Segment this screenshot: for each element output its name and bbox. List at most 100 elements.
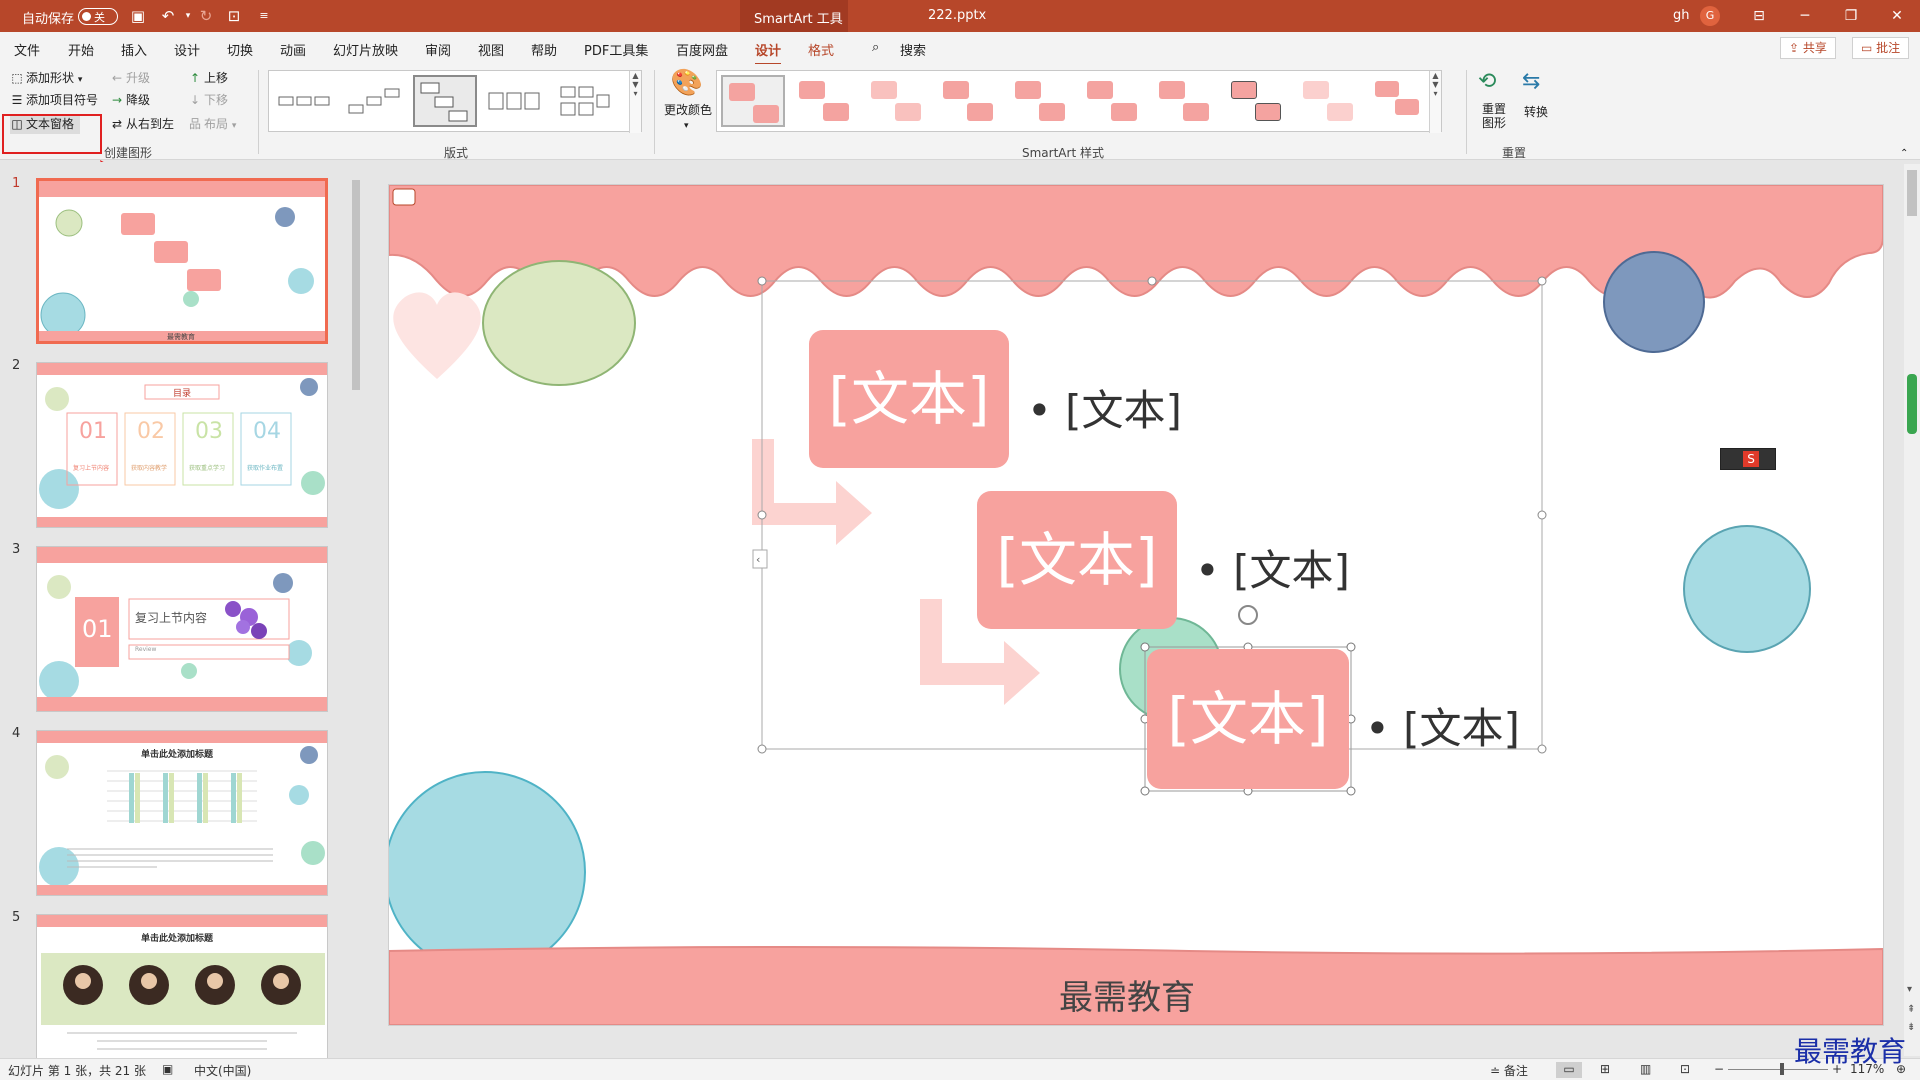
restore-icon[interactable]: ❐ <box>1836 6 1866 26</box>
style-option[interactable] <box>1297 75 1361 127</box>
tab-smartart-format[interactable]: 格式 <box>808 40 834 59</box>
tab-help[interactable]: 帮助 <box>531 40 557 59</box>
style-option[interactable] <box>1225 75 1289 127</box>
close-icon[interactable]: ✕ <box>1882 6 1912 26</box>
layouts-group-label: 版式 <box>444 146 469 160</box>
layout-option[interactable] <box>343 75 407 127</box>
style-option[interactable] <box>793 75 857 127</box>
smartart-bullet-3[interactable]: • [文本] <box>1365 695 1520 756</box>
layout-gallery-scroll[interactable]: ▲ ▼ ▾ <box>629 71 641 133</box>
style-option[interactable] <box>1369 75 1425 127</box>
convert-button[interactable]: 转换 <box>1524 102 1548 122</box>
thumb-sub: Review <box>135 646 157 653</box>
thumbnail-scrollbar[interactable] <box>350 164 362 1056</box>
slide-sorter-icon[interactable]: ⊞ <box>1600 1062 1610 1076</box>
layout-option-selected[interactable] <box>413 75 477 127</box>
next-slide-icon[interactable]: ⇟ <box>1907 1022 1915 1033</box>
zoom-out-icon[interactable]: − <box>1714 1062 1724 1076</box>
minimize-icon[interactable]: ─ <box>1790 6 1820 26</box>
layout-option[interactable] <box>273 75 337 127</box>
slide-thumbnail-3[interactable]: 01 复习上节内容 Review <box>36 546 328 712</box>
thumb-cap: 获取作业布置 <box>247 465 284 472</box>
ribbon: ⬚ 添加形状 ▾ ☰ 添加项目符号 ◫ 文本窗格 ← 升级 → 降级 ⇄ 从右到左 ↑ 上移 … <box>0 64 1920 160</box>
thumb-num: 04 <box>253 419 281 444</box>
avatar[interactable]: G <box>1700 6 1720 26</box>
thumb-num: 01 <box>82 615 113 643</box>
watermark-logo: 最需教育 <box>1794 1035 1907 1068</box>
search-icon[interactable]: ⌕ <box>872 40 879 55</box>
ime-toolbar[interactable]: S <box>1720 448 1776 470</box>
scroll-down-icon[interactable]: ▾ <box>1907 984 1912 995</box>
tab-view[interactable]: 视图 <box>478 40 504 59</box>
slide-number: 5 <box>12 910 21 925</box>
slide-info: 幻灯片 第 1 张，共 21 张 <box>8 1064 146 1078</box>
thumb-num: 03 <box>195 419 223 444</box>
style-gallery-scroll[interactable]: ▲ ▼ ▾ <box>1429 71 1441 133</box>
slide-thumbnail-4[interactable]: 单击此处添加标题 <box>36 730 328 896</box>
zoom-slider-thumb[interactable] <box>1780 1063 1784 1075</box>
thumb-num: 02 <box>137 419 165 444</box>
slide-number: 2 <box>12 358 21 373</box>
group-separator <box>654 70 655 154</box>
share-label: 共享 <box>1802 41 1827 55</box>
collapse-ribbon-icon[interactable]: ⌃ <box>1900 144 1908 164</box>
slide-thumbnail-1[interactable]: 最需教育 <box>36 178 328 344</box>
comments-label: 批注 <box>1876 41 1901 55</box>
notes-label: 备注 <box>1503 1064 1528 1078</box>
tab-review[interactable]: 审阅 <box>425 40 451 59</box>
reset-graphic-button[interactable]: 重置图形 <box>1482 102 1512 132</box>
tab-baidu-netdisk[interactable]: 百度网盘 <box>676 40 728 59</box>
tab-animations[interactable]: 动画 <box>280 40 306 59</box>
smartart-shape-2[interactable]: [文本] <box>977 491 1177 629</box>
slide-footer-title[interactable]: 最需教育 <box>1059 970 1195 1019</box>
convert-icon[interactable]: ⇆ <box>1522 68 1540 96</box>
style-option[interactable] <box>1009 75 1073 127</box>
tab-smartart-design[interactable]: 设计 <box>755 40 782 66</box>
contextual-tab-header: SmartArt 工具 <box>740 0 848 32</box>
contextual-tab-label: SmartArt 工具 <box>754 12 843 27</box>
smartart-bullet-2[interactable]: • [文本] <box>1195 537 1350 598</box>
thumb-caption: 最需教育 <box>167 333 195 341</box>
language-status[interactable]: 中文(中国) <box>194 1062 251 1079</box>
slideshow-icon[interactable]: ⊡ <box>1680 1062 1690 1076</box>
title-bar: 自动保存 关 ▣ ↶ ▾ ↻ ⊡ ≡ SmartArt 工具 222.pptx … <box>0 0 1920 32</box>
change-colors-dropdown-icon[interactable]: ▾ <box>684 116 689 136</box>
style-option[interactable] <box>865 75 929 127</box>
style-option[interactable] <box>1153 75 1217 127</box>
notes-button[interactable]: ≐ 备注 <box>1490 1062 1528 1079</box>
ribbon-display-icon[interactable]: ⊟ <box>1744 6 1774 26</box>
tab-pdf-tools[interactable]: PDF工具集 <box>584 40 648 59</box>
normal-view-icon[interactable]: ▭ <box>1556 1062 1582 1078</box>
smartart-styles-group-label: SmartArt 样式 <box>1022 146 1104 160</box>
slide-canvas: ‹ [文本] • [文本] [文本] • [文本] [文本] • [文本] 最需… <box>389 185 1883 1025</box>
prev-slide-icon[interactable]: ⇞ <box>1907 1004 1915 1015</box>
comments-button[interactable]: ▭ 批注 <box>1852 37 1910 59</box>
thumb-title: 目录 <box>173 389 192 399</box>
slide-thumbnail-2[interactable]: 目录 01 02 03 04 复习上节内容 获取内容教学 获取重点学习 获取作业… <box>36 362 328 528</box>
layout-option[interactable] <box>553 75 617 127</box>
spellcheck-icon[interactable]: ▣ <box>162 1062 173 1076</box>
slide-scrollbar[interactable]: ▾ ⇞ ⇟ <box>1904 164 1920 1056</box>
smartart-shape-1[interactable]: [文本] <box>809 330 1009 468</box>
style-option[interactable] <box>937 75 1001 127</box>
ime-status-indicator <box>1907 374 1917 434</box>
thumb-cap: 复习上节内容 <box>73 465 110 472</box>
style-option-selected[interactable] <box>721 75 785 127</box>
slide-thumbnail-pane: 1 最需教育 2 目录 01 02 03 04 复习上节内容 获取内容教学 获取… <box>0 162 350 1058</box>
search-box[interactable]: 搜索 <box>900 40 926 59</box>
reading-view-icon[interactable]: ▥ <box>1640 1062 1651 1076</box>
layout-option[interactable] <box>483 75 547 127</box>
slide-thumbnail-5[interactable]: 单击此处添加标题 <box>36 914 328 1058</box>
thumb-num: 01 <box>79 419 107 444</box>
palette-icon[interactable]: 🎨 <box>664 68 710 98</box>
status-bar: 幻灯片 第 1 张，共 21 张 ▣ 中文(中国) ≐ 备注 ▭ ⊞ ▥ ⊡ −… <box>0 1058 1920 1080</box>
user-name: gh <box>1673 8 1690 23</box>
share-button[interactable]: ⇪ 共享 <box>1780 37 1836 59</box>
document-title: 222.pptx <box>928 8 987 23</box>
style-option[interactable] <box>1081 75 1145 127</box>
tab-slideshow[interactable]: 幻灯片放映 <box>333 40 398 59</box>
ime-icon: S <box>1743 451 1759 467</box>
reset-graphic-icon[interactable]: ⟲ <box>1478 68 1496 96</box>
smartart-shape-3-selected[interactable]: [文本] <box>1147 649 1349 789</box>
smartart-bullet-1[interactable]: • [文本] <box>1027 377 1182 438</box>
